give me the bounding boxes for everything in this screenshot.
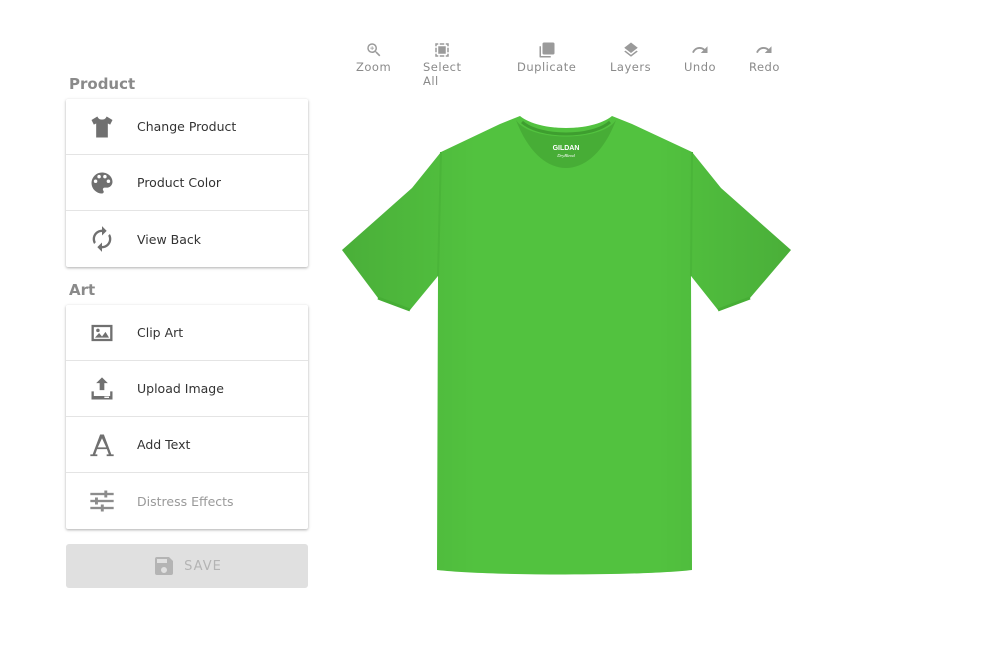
palette-icon bbox=[84, 165, 120, 201]
upload-image-label: Upload Image bbox=[137, 381, 224, 396]
upload-icon bbox=[84, 371, 120, 407]
layers-icon bbox=[623, 42, 638, 57]
refresh-icon bbox=[84, 221, 120, 257]
change-product-button[interactable]: Change Product bbox=[66, 99, 308, 155]
clip-art-button[interactable]: Clip Art bbox=[66, 305, 308, 361]
product-section-title: Product bbox=[69, 75, 136, 93]
upload-image-button[interactable]: Upload Image bbox=[66, 361, 308, 417]
distress-effects-button[interactable]: Distress Effects bbox=[66, 473, 308, 529]
undo-icon bbox=[692, 46, 708, 53]
brand-label: GILDAN bbox=[553, 145, 580, 152]
layers-label: Layers bbox=[610, 60, 652, 74]
select-all-button[interactable]: Select All bbox=[423, 41, 461, 88]
redo-icon bbox=[756, 46, 772, 53]
layers-button[interactable]: Layers bbox=[610, 41, 651, 74]
tshirt-shading bbox=[342, 116, 791, 575]
sliders-icon bbox=[84, 483, 120, 519]
duplicate-icon bbox=[539, 42, 555, 58]
select-all-icon bbox=[435, 43, 449, 57]
tshirt-icon bbox=[84, 109, 120, 145]
brand-sublabel: DryBlend bbox=[556, 153, 575, 158]
undo-label: Undo bbox=[684, 60, 717, 74]
text-icon bbox=[84, 427, 120, 463]
duplicate-label: Duplicate bbox=[517, 60, 577, 74]
undo-button[interactable]: Undo bbox=[684, 41, 716, 74]
add-text-button[interactable]: Add Text bbox=[66, 417, 308, 473]
product-menu: Change Product Product Color View Back bbox=[66, 99, 308, 267]
save-label: SAVE bbox=[184, 558, 222, 574]
product-color-label: Product Color bbox=[137, 175, 222, 190]
zoom-label: Zoom bbox=[356, 60, 392, 74]
select-all-label: Select All bbox=[423, 60, 462, 88]
clip-art-label: Clip Art bbox=[137, 325, 184, 340]
tshirt-product-image[interactable]: GILDAN DryBlend bbox=[340, 108, 792, 578]
image-icon bbox=[84, 315, 120, 351]
art-menu: Clip Art Upload Image Add Text Distress … bbox=[66, 305, 308, 529]
art-section-title: Art bbox=[69, 281, 96, 299]
distress-effects-label: Distress Effects bbox=[137, 493, 234, 509]
product-color-button[interactable]: Product Color bbox=[66, 155, 308, 211]
change-product-label: Change Product bbox=[137, 119, 237, 134]
redo-label: Redo bbox=[749, 60, 780, 74]
view-back-label: View Back bbox=[137, 231, 201, 247]
view-back-button[interactable]: View Back bbox=[66, 211, 308, 267]
zoom-button[interactable]: Zoom bbox=[356, 41, 391, 74]
add-text-label: Add Text bbox=[137, 437, 191, 452]
floppy-disk-icon bbox=[155, 557, 174, 575]
redo-button[interactable]: Redo bbox=[749, 41, 780, 74]
duplicate-button[interactable]: Duplicate bbox=[517, 41, 576, 74]
save-button[interactable]: SAVE bbox=[66, 544, 308, 588]
zoom-in-icon bbox=[366, 43, 380, 57]
